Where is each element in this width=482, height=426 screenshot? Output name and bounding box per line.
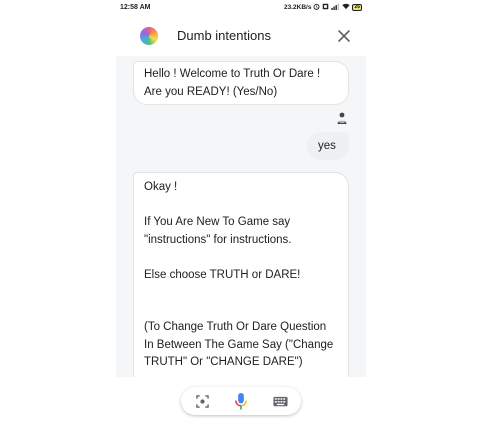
network-speed: 23.2KB/s (283, 4, 312, 11)
conversation[interactable]: Hello ! Welcome to Truth Or Dare ! Are y… (116, 56, 366, 377)
wifi-icon (342, 3, 351, 12)
close-icon (338, 30, 350, 42)
microphone-button[interactable] (232, 392, 250, 410)
microphone-icon (235, 392, 247, 410)
app-avatar-icon (140, 27, 158, 45)
user-message: yes (307, 132, 349, 160)
lens-button[interactable] (193, 392, 211, 410)
bot-message: Hello ! Welcome to Truth Or Dare ! Are y… (133, 61, 349, 105)
input-bar (116, 377, 366, 426)
user-avatar-icon (335, 111, 349, 125)
battery-icon: 26 (352, 4, 362, 11)
signal-icon (331, 3, 340, 12)
lens-icon (195, 394, 209, 408)
header: Dumb intentions (116, 16, 366, 56)
sim-icon (322, 3, 329, 12)
alarm-icon (313, 3, 320, 12)
keyboard-button[interactable] (271, 392, 289, 410)
status-bar: 12:58 AM 23.2KB/s 26 (116, 0, 366, 16)
status-time: 12:58 AM (120, 4, 151, 11)
page-title: Dumb intentions (177, 28, 271, 43)
status-indicators: 23.2KB/s 26 (284, 3, 362, 12)
close-button[interactable] (334, 26, 354, 46)
keyboard-icon (272, 396, 288, 406)
input-pill (181, 387, 301, 415)
phone-screen: 12:58 AM 23.2KB/s 26 Dumb intentions Hel… (116, 0, 366, 426)
bot-message: Okay ! If You Are New To Game say "instr… (133, 172, 349, 377)
